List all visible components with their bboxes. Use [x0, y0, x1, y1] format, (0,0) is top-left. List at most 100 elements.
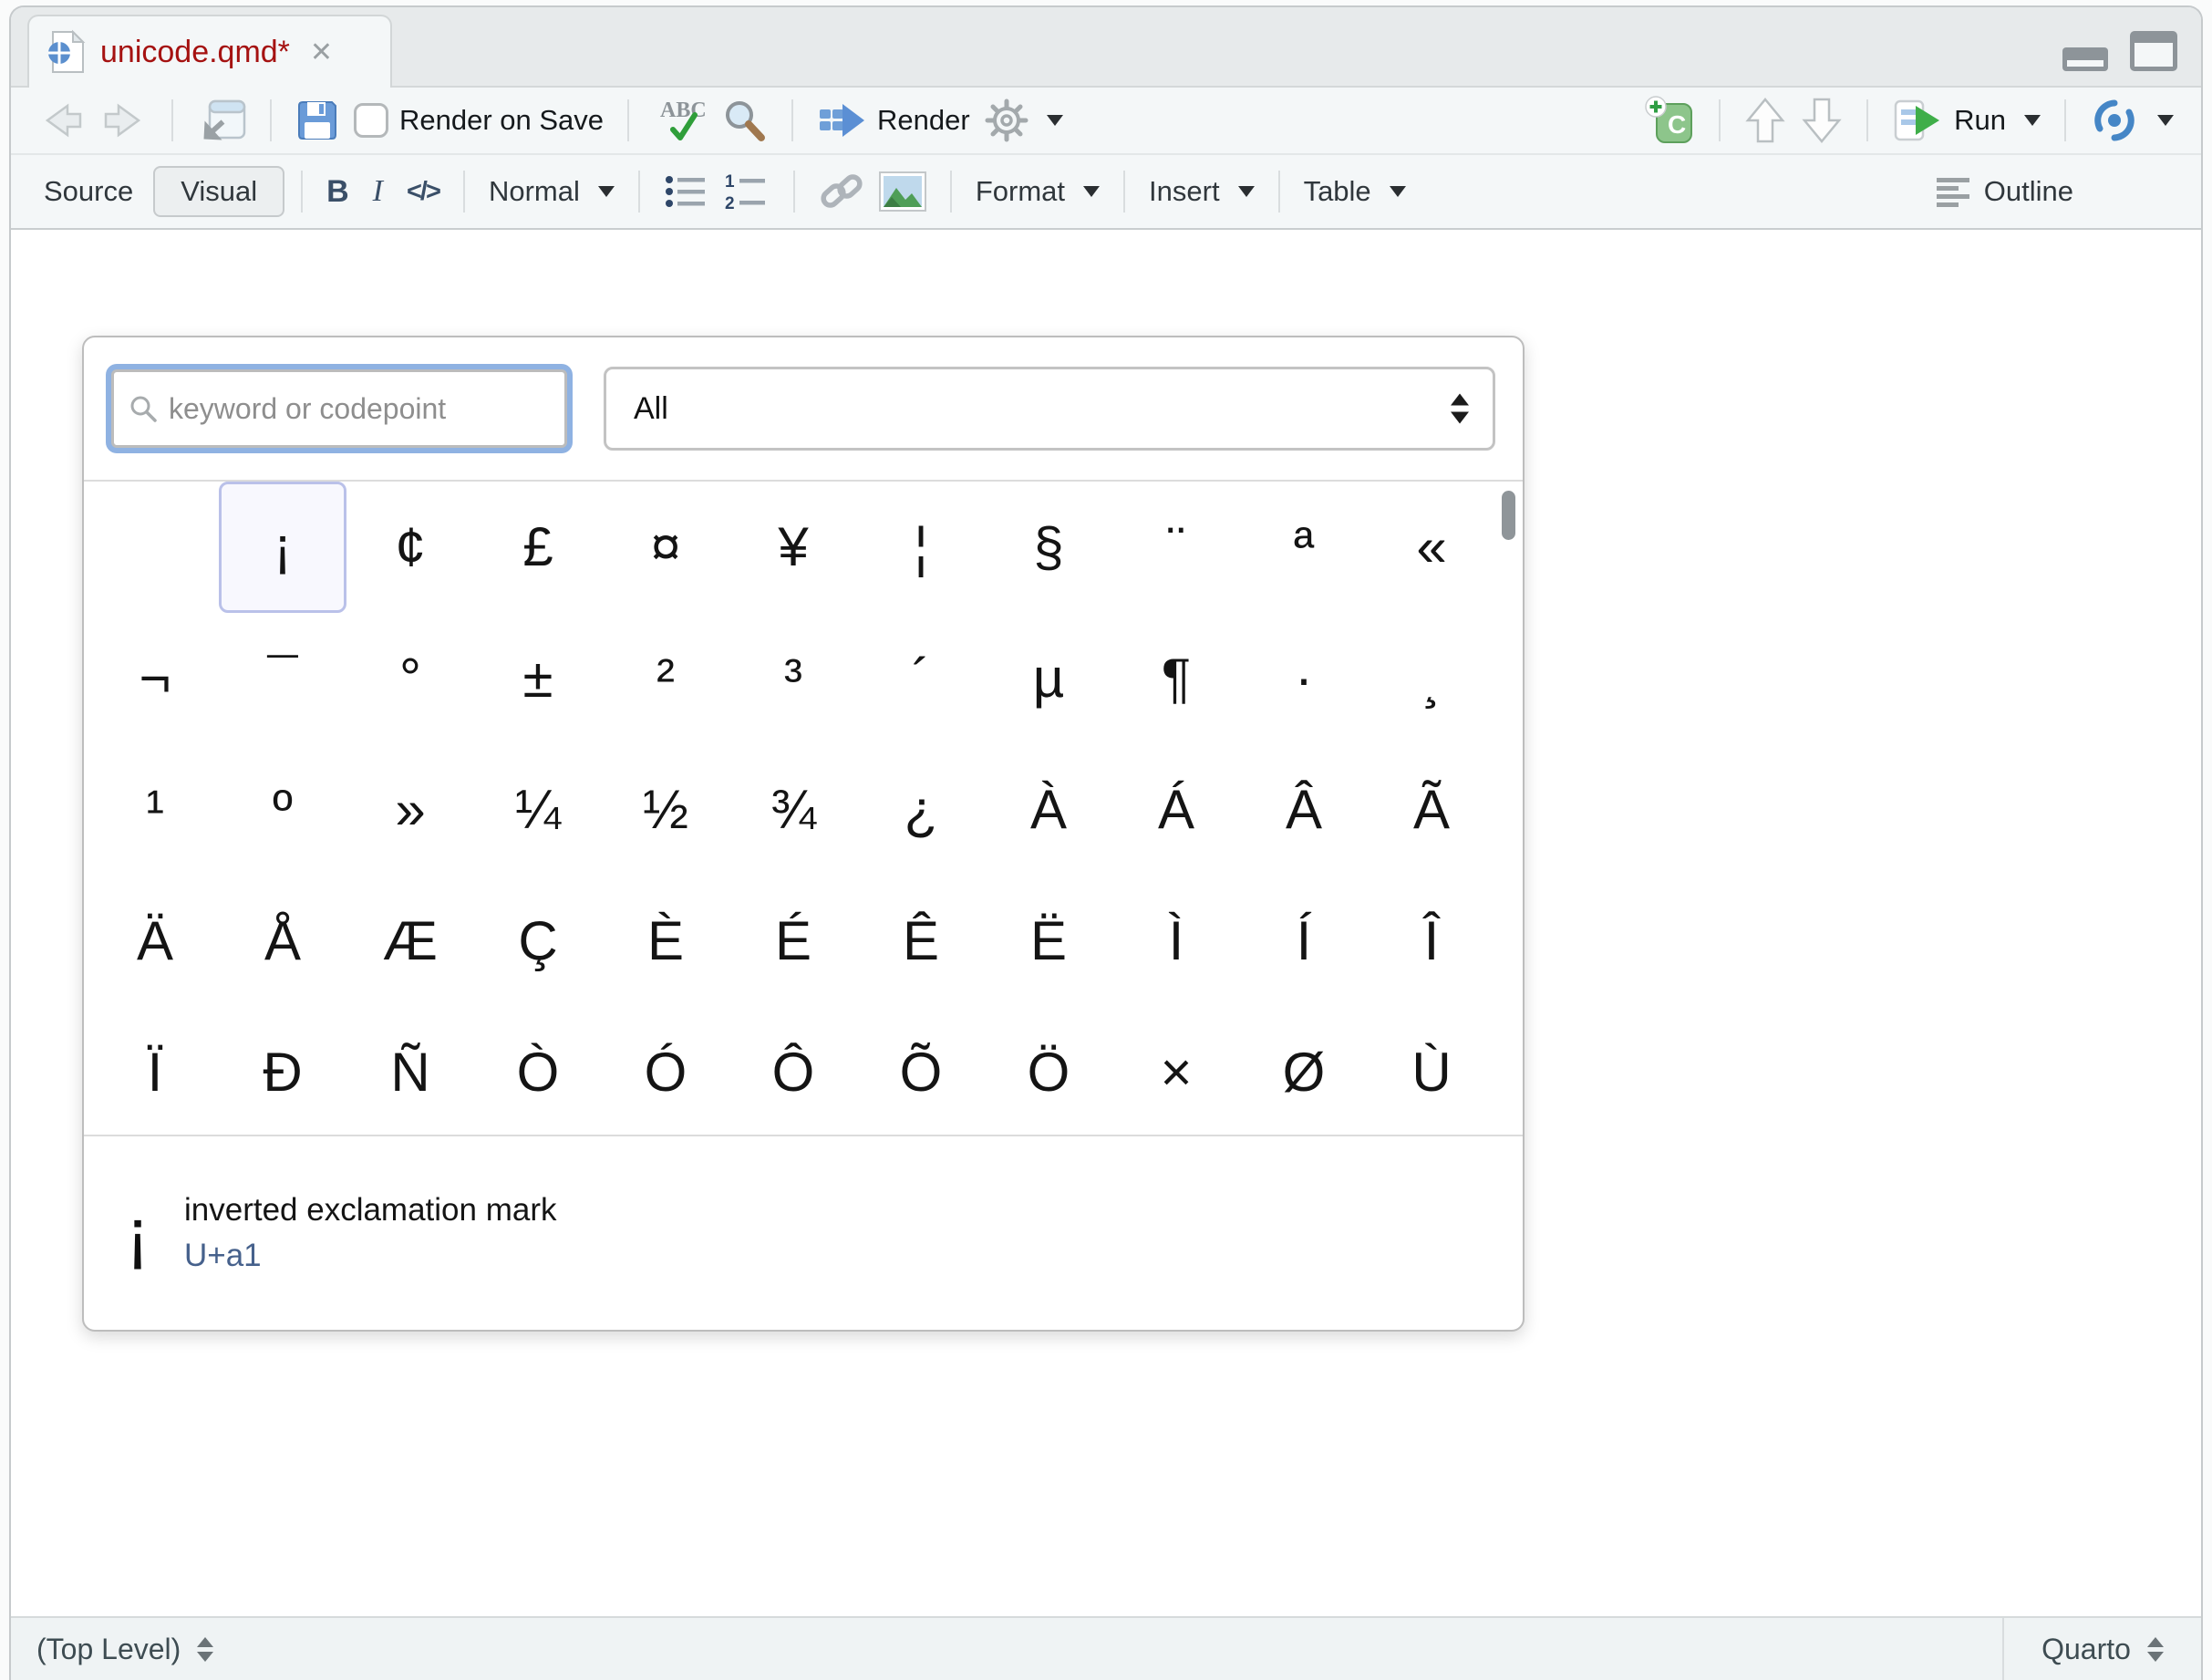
character-cell[interactable]: ¶	[1112, 613, 1240, 744]
character-cell[interactable]: Ò	[474, 1007, 602, 1136]
find-replace-icon[interactable]	[713, 91, 775, 150]
forward-icon[interactable]	[93, 94, 155, 147]
checkbox-unchecked[interactable]	[354, 103, 388, 138]
insert-chunk-button[interactable]: C	[1637, 89, 1702, 151]
character-cell[interactable]: Ê	[857, 876, 985, 1007]
open-new-window-icon[interactable]	[190, 92, 253, 149]
character-grid-panel: ¡¢£¤¥¦§¨ª« ¬¯°±²³´µ¶·¸ ¹º»¼½¾¿ÀÁÂÃ ÄÅÆÇÈÉÊË…	[84, 480, 1523, 1136]
character-cell[interactable]: £	[474, 482, 602, 613]
outline-toggle[interactable]: Outline	[1928, 169, 2081, 214]
render-options-button[interactable]	[977, 93, 1070, 148]
character-cell[interactable]: ¸	[1368, 613, 1495, 744]
character-cell[interactable]: «	[1368, 482, 1495, 613]
category-select[interactable]: All	[604, 367, 1495, 451]
save-icon[interactable]	[288, 93, 346, 148]
character-cell[interactable]: Ì	[1112, 876, 1240, 1007]
character-cell[interactable]: È	[602, 876, 729, 1007]
character-cell[interactable]: ½	[602, 744, 729, 876]
character-cell[interactable]: Ä	[91, 876, 219, 1007]
source-mode-button[interactable]: Source	[44, 175, 133, 208]
character-cell[interactable]: ¯	[219, 613, 346, 744]
character-cell[interactable]	[91, 482, 219, 613]
character-cell[interactable]: ¬	[91, 613, 219, 744]
character-cell[interactable]: ²	[602, 613, 729, 744]
character-cell[interactable]: ¡	[219, 482, 346, 613]
link-icon[interactable]	[811, 165, 872, 218]
character-cell[interactable]: Ù	[1368, 1007, 1495, 1136]
bullet-list-icon[interactable]	[656, 167, 717, 216]
character-cell[interactable]: Æ	[346, 876, 474, 1007]
character-cell[interactable]: ³	[729, 613, 857, 744]
character-cell[interactable]: Ø	[1240, 1007, 1368, 1136]
character-cell[interactable]: Ó	[602, 1007, 729, 1136]
minimize-pane-icon[interactable]	[2062, 47, 2108, 71]
character-cell[interactable]: º	[219, 744, 346, 876]
character-cell[interactable]: À	[985, 744, 1112, 876]
numbered-list-icon[interactable]: 1 2	[717, 167, 777, 216]
category-select-value: All	[634, 391, 668, 427]
run-button[interactable]: Run	[1885, 92, 2048, 149]
tab-unicode-qmd[interactable]: unicode.qmd* ✕	[27, 15, 392, 88]
visual-mode-button[interactable]: Visual	[153, 166, 284, 217]
character-cell[interactable]: Á	[1112, 744, 1240, 876]
maximize-pane-icon[interactable]	[2130, 31, 2177, 71]
character-cell[interactable]: ¤	[602, 482, 729, 613]
character-cell[interactable]: Ö	[985, 1007, 1112, 1136]
character-cell[interactable]: ¦	[857, 482, 985, 613]
search-input[interactable]	[169, 392, 550, 426]
character-cell[interactable]: Í	[1240, 876, 1368, 1007]
bold-button[interactable]: B	[319, 169, 357, 215]
character-cell[interactable]: ¼	[474, 744, 602, 876]
format-menu[interactable]: Format	[968, 170, 1107, 213]
image-icon[interactable]	[872, 166, 934, 217]
character-cell[interactable]: ª	[1240, 482, 1368, 613]
render-on-save-checkbox[interactable]: Render on Save	[346, 98, 611, 143]
back-icon[interactable]	[31, 94, 93, 147]
character-cell[interactable]: ±	[474, 613, 602, 744]
tab-close-icon[interactable]: ✕	[310, 36, 333, 68]
character-cell[interactable]: ¥	[729, 482, 857, 613]
character-cell[interactable]: ×	[1112, 1007, 1240, 1136]
insert-menu[interactable]: Insert	[1142, 170, 1262, 213]
dialog-controls: All	[84, 337, 1523, 480]
character-cell[interactable]: ¿	[857, 744, 985, 876]
gear-icon	[985, 99, 1028, 142]
character-cell[interactable]: Õ	[857, 1007, 985, 1136]
character-cell[interactable]: »	[346, 744, 474, 876]
character-cell[interactable]: É	[729, 876, 857, 1007]
code-button[interactable]: </>	[399, 171, 447, 213]
character-cell[interactable]: °	[346, 613, 474, 744]
scope-selector[interactable]: (Top Level)	[11, 1633, 213, 1666]
character-cell[interactable]: Ð	[219, 1007, 346, 1136]
run-previous-chunks-icon[interactable]	[1737, 90, 1793, 150]
spellcheck-icon[interactable]: ABC	[646, 91, 713, 150]
table-menu[interactable]: Table	[1297, 170, 1413, 213]
character-cell[interactable]: µ	[985, 613, 1112, 744]
character-cell[interactable]: ´	[857, 613, 985, 744]
character-cell[interactable]: ¹	[91, 744, 219, 876]
character-cell[interactable]: Ç	[474, 876, 602, 1007]
character-search-box[interactable]	[111, 369, 567, 448]
character-cell[interactable]: ¢	[346, 482, 474, 613]
paragraph-style-dropdown[interactable]: Normal	[481, 170, 622, 213]
character-cell[interactable]: ¾	[729, 744, 857, 876]
publish-button[interactable]	[2083, 94, 2181, 147]
render-button[interactable]: Render	[810, 94, 977, 147]
character-cell[interactable]: Â	[1240, 744, 1368, 876]
scrollbar-thumb[interactable]	[1502, 491, 1515, 540]
character-cell[interactable]: ·	[1240, 613, 1368, 744]
character-cell[interactable]: Ï	[91, 1007, 219, 1136]
character-cell[interactable]: Ë	[985, 876, 1112, 1007]
character-cell[interactable]: Å	[219, 876, 346, 1007]
character-cell[interactable]: §	[985, 482, 1112, 613]
visual-editor-canvas[interactable]: All ¡¢£¤¥¦§¨ª« ¬¯°±²³´µ¶·¸ ¹º»¼½¾¿ÀÁÂÃ ÄÅÆÇ…	[11, 230, 2201, 1616]
character-cell[interactable]: Ã	[1368, 744, 1495, 876]
file-type-selector[interactable]: Quarto	[2002, 1618, 2201, 1680]
character-cell[interactable]: Ô	[729, 1007, 857, 1136]
render-icon	[817, 99, 866, 141]
character-cell[interactable]: Ñ	[346, 1007, 474, 1136]
character-cell[interactable]: Î	[1368, 876, 1495, 1007]
run-next-chunk-icon[interactable]	[1793, 90, 1850, 150]
italic-button[interactable]: I	[366, 169, 390, 214]
character-cell[interactable]: ¨	[1112, 482, 1240, 613]
